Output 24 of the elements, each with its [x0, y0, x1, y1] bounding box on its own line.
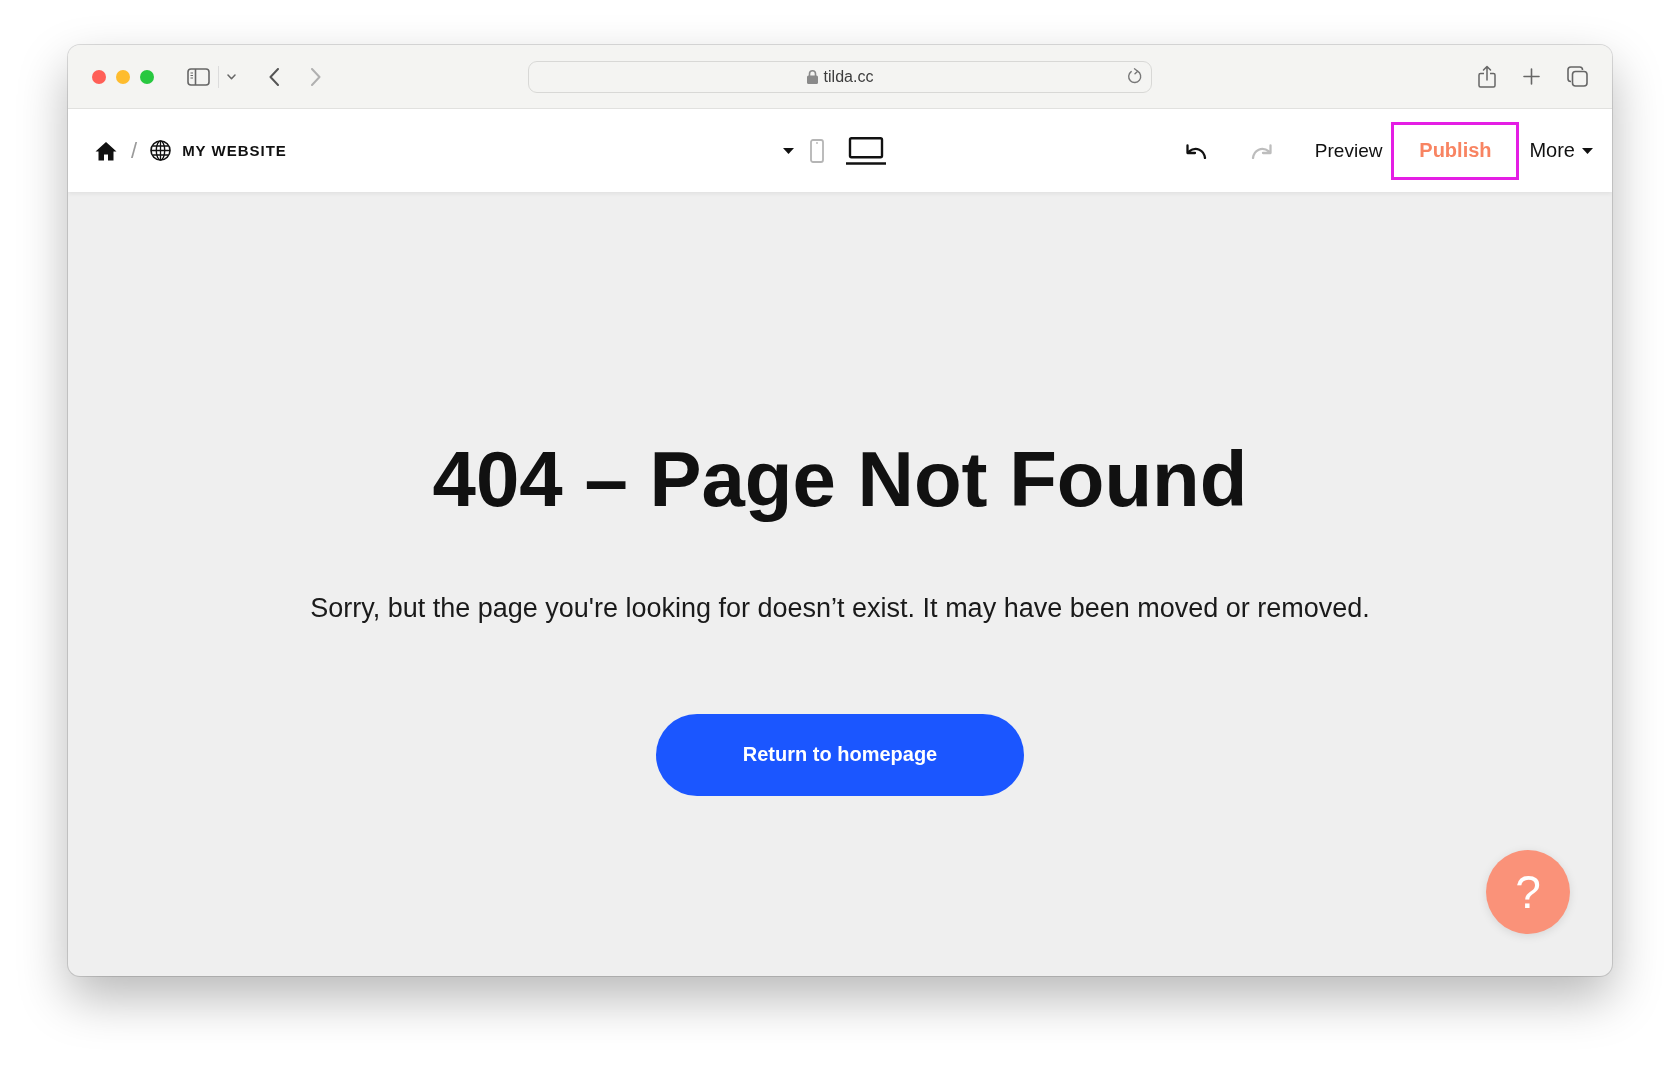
preview-button[interactable]: Preview: [1314, 139, 1383, 162]
caret-icon[interactable]: [782, 147, 794, 154]
back-icon[interactable]: [269, 67, 279, 86]
laptop-icon[interactable]: [845, 136, 886, 165]
more-button[interactable]: More: [1529, 139, 1593, 162]
caret-icon: [1582, 147, 1593, 154]
lock-icon: [806, 69, 818, 84]
breadcrumb-separator: /: [131, 137, 138, 164]
home-icon[interactable]: [95, 140, 117, 161]
reload-icon[interactable]: [1127, 68, 1143, 85]
site-name-link[interactable]: MY WEBSITE: [182, 142, 287, 159]
return-home-button[interactable]: Return to homepage: [656, 713, 1024, 796]
share-icon[interactable]: [1478, 65, 1496, 88]
page-heading: 404 – Page Not Found: [432, 434, 1248, 525]
tabs-overview-icon[interactable]: [1567, 66, 1588, 87]
new-tab-plus-icon[interactable]: [1523, 68, 1540, 85]
chevron-down-icon[interactable]: [227, 73, 236, 80]
globe-icon: [150, 140, 172, 161]
error-message: Sorry, but the page you're looking for doesn’t exist. It may have been moved or removed.: [310, 591, 1370, 625]
address-bar[interactable]: tilda.cc: [528, 60, 1152, 93]
sidebar-icon[interactable]: [187, 67, 210, 86]
window-close-icon[interactable]: [92, 69, 106, 84]
url-text: tilda.cc: [823, 67, 874, 86]
undo-icon[interactable]: [1184, 142, 1207, 159]
